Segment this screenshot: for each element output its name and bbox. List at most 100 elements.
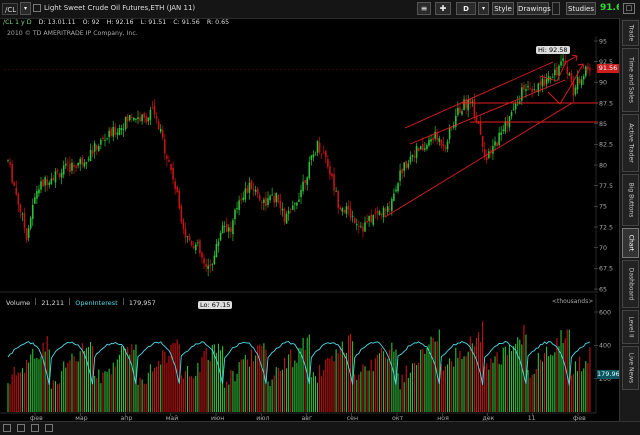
candle-body bbox=[102, 137, 104, 139]
candle-body bbox=[143, 113, 145, 118]
candle-body bbox=[477, 122, 480, 124]
candle-body bbox=[457, 108, 459, 115]
candle-body bbox=[294, 203, 296, 205]
candle-body bbox=[409, 156, 412, 163]
candle-body bbox=[450, 127, 453, 129]
candle-body bbox=[291, 205, 294, 210]
candle-body bbox=[475, 116, 478, 122]
candle-body bbox=[401, 168, 403, 174]
candle-body bbox=[213, 255, 216, 265]
zoom-icon[interactable] bbox=[31, 424, 39, 432]
candle-body bbox=[551, 76, 554, 78]
candle-body bbox=[585, 66, 587, 77]
candle-body bbox=[345, 206, 348, 214]
grid-icon[interactable] bbox=[45, 424, 53, 432]
settings-icon[interactable] bbox=[3, 424, 11, 432]
candle-body bbox=[337, 190, 339, 208]
candle-body bbox=[89, 149, 92, 162]
price-tick-label: 95 bbox=[599, 38, 607, 45]
candle-body bbox=[254, 189, 257, 192]
candle-body bbox=[514, 103, 517, 110]
candle-body bbox=[473, 99, 476, 117]
candle-body bbox=[11, 163, 13, 183]
candle-body bbox=[131, 117, 133, 119]
candle-body bbox=[7, 160, 9, 161]
candle-body bbox=[314, 154, 317, 156]
bottom-bar bbox=[0, 421, 640, 435]
candle-body bbox=[15, 187, 18, 195]
candle-body bbox=[302, 181, 304, 192]
candle-body bbox=[199, 240, 201, 254]
tab-dashboard[interactable]: Dashboard bbox=[622, 260, 639, 308]
candle-body bbox=[312, 154, 315, 158]
candle-body bbox=[510, 112, 513, 117]
price-tick-label: 65 bbox=[599, 286, 607, 293]
price-tick-label: 72.5 bbox=[599, 224, 613, 231]
candle-body bbox=[562, 58, 564, 61]
candle-body bbox=[318, 142, 321, 153]
price-axis: 9592.59087.58582.58077.57572.57067.565 bbox=[594, 36, 613, 293]
tab-live-news[interactable]: Live News bbox=[622, 346, 639, 390]
candle-body bbox=[417, 147, 420, 152]
candle-body bbox=[320, 153, 323, 155]
candle-body bbox=[512, 109, 515, 111]
candle-body bbox=[308, 161, 311, 179]
candle-body bbox=[209, 264, 212, 267]
candle-body bbox=[273, 196, 276, 203]
crosshair-icon[interactable] bbox=[17, 424, 25, 432]
candle-body bbox=[128, 115, 131, 121]
candle-body bbox=[60, 172, 63, 178]
candle-body bbox=[250, 180, 253, 190]
candle-body bbox=[411, 154, 414, 157]
tab-active-trader[interactable]: Active Trader bbox=[622, 114, 639, 172]
candle-body bbox=[71, 162, 73, 171]
price-tick-label: 82.5 bbox=[599, 142, 613, 149]
candle-body bbox=[285, 213, 288, 224]
tab-big-buttons[interactable]: Big Buttons bbox=[622, 174, 639, 226]
candle-body bbox=[145, 116, 148, 123]
candle-body bbox=[382, 208, 385, 218]
candle-body bbox=[75, 165, 77, 168]
candle-body bbox=[91, 150, 94, 154]
candle-body bbox=[261, 201, 263, 203]
candle-body bbox=[426, 145, 428, 150]
tab-trade[interactable]: Trade bbox=[622, 20, 639, 46]
candle-body bbox=[353, 218, 356, 224]
candle-body bbox=[403, 162, 406, 172]
candle-body bbox=[399, 170, 401, 181]
tab-level-ii[interactable]: Level II bbox=[622, 310, 639, 344]
candle-body bbox=[149, 110, 152, 120]
candle-body bbox=[207, 265, 209, 269]
volume-value: 21,211 bbox=[41, 299, 65, 307]
candle-body bbox=[378, 211, 381, 215]
candle-body bbox=[135, 118, 137, 120]
restore-icon[interactable]: □ bbox=[623, 3, 635, 14]
candle-body bbox=[236, 208, 238, 210]
candle-body bbox=[576, 76, 579, 90]
candle-body bbox=[539, 81, 542, 85]
high-annotation: Hi: 92.58 bbox=[536, 46, 570, 54]
open-interest-value: 179,957 bbox=[128, 299, 156, 307]
candle-body bbox=[155, 116, 158, 120]
candle-body bbox=[324, 150, 327, 158]
candle-body bbox=[120, 127, 123, 130]
candle-body bbox=[364, 222, 366, 232]
price-chart[interactable]: 9592.59087.58582.58077.57572.57067.565 6… bbox=[0, 0, 619, 421]
candle-body bbox=[496, 142, 498, 146]
candle-body bbox=[349, 208, 352, 218]
candle-body bbox=[23, 213, 26, 229]
candle-body bbox=[341, 208, 344, 212]
candle-body bbox=[271, 194, 273, 196]
candle-body bbox=[56, 170, 59, 172]
channel-mid-line bbox=[409, 79, 566, 145]
candle-body bbox=[358, 226, 360, 227]
tab-chart[interactable]: Chart bbox=[622, 228, 639, 258]
candle-body bbox=[339, 207, 342, 210]
candle-body bbox=[67, 162, 69, 164]
candle-body bbox=[21, 213, 24, 215]
candle-body bbox=[267, 198, 269, 206]
candle-body bbox=[258, 195, 261, 200]
tab-time-and-sales[interactable]: Time and Sales bbox=[622, 48, 639, 112]
candle-body bbox=[479, 122, 482, 135]
candle-body bbox=[29, 217, 32, 229]
